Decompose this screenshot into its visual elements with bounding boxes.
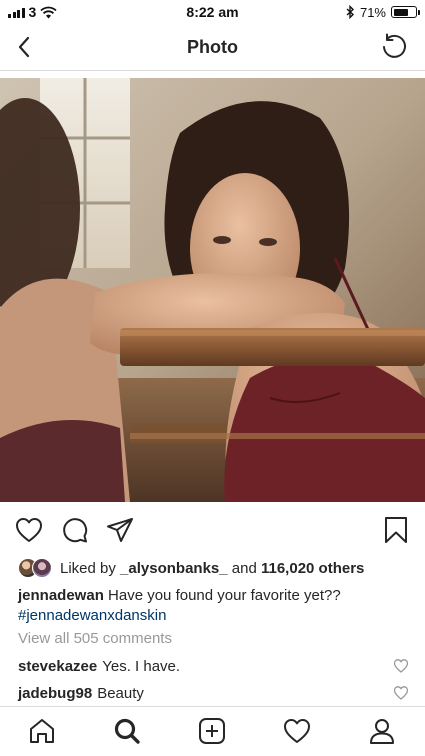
refresh-icon bbox=[383, 33, 406, 58]
likes-count[interactable]: 116,020 others bbox=[261, 560, 364, 577]
home-icon bbox=[30, 719, 54, 743]
caption-hashtag[interactable]: #jennadewanxdanskin bbox=[18, 607, 166, 624]
caption-text: Have you found your favorite yet?? bbox=[108, 587, 341, 604]
carrier-label: 3 bbox=[28, 4, 37, 20]
page-title: Photo bbox=[187, 36, 238, 57]
tab-search[interactable] bbox=[112, 716, 142, 746]
status-right: 71% bbox=[346, 4, 420, 20]
comment-like-icon[interactable] bbox=[393, 685, 409, 701]
likes-text: Liked by _alysonbanks_ and 116,020 other… bbox=[60, 560, 364, 577]
chevron-left-icon bbox=[18, 36, 30, 58]
tab-profile[interactable] bbox=[367, 716, 397, 746]
comment-icon bbox=[63, 518, 88, 543]
post-photo[interactable] bbox=[0, 78, 425, 502]
signal-icon bbox=[8, 7, 25, 18]
profile-icon bbox=[370, 719, 394, 744]
back-button[interactable] bbox=[10, 33, 38, 61]
tab-home[interactable] bbox=[27, 716, 57, 746]
comment-row: jadebug98 Beauty bbox=[18, 682, 413, 704]
post-actions bbox=[0, 512, 425, 548]
comment-button[interactable] bbox=[59, 514, 91, 546]
share-icon bbox=[107, 518, 133, 542]
comment-text: Yes. I have. bbox=[102, 657, 181, 675]
nav-bar: Photo bbox=[0, 24, 425, 71]
liker-avatars bbox=[18, 557, 54, 579]
tab-new-post[interactable] bbox=[197, 716, 227, 746]
status-left: 3 bbox=[8, 4, 57, 20]
bluetooth-icon bbox=[346, 5, 354, 19]
likes-row[interactable]: Liked by _alysonbanks_ and 116,020 other… bbox=[18, 556, 364, 580]
tab-activity[interactable] bbox=[282, 716, 312, 746]
likes-prefix: Liked by bbox=[60, 559, 116, 577]
tab-bar bbox=[0, 706, 425, 756]
likes-middle: and bbox=[231, 559, 257, 577]
battery-level bbox=[393, 8, 409, 16]
search-icon bbox=[114, 718, 140, 744]
avatar bbox=[32, 558, 52, 578]
add-post-icon bbox=[199, 718, 225, 744]
comment-username[interactable]: jadebug98 bbox=[18, 685, 92, 702]
bookmark-button[interactable] bbox=[380, 514, 412, 546]
battery-icon bbox=[391, 6, 420, 18]
caption-username[interactable]: jennadewan bbox=[18, 587, 104, 604]
battery-percent: 71% bbox=[359, 4, 386, 20]
comment-like-icon[interactable] bbox=[393, 658, 409, 674]
likes-user[interactable]: _alysonbanks_ bbox=[120, 560, 228, 577]
comment-row: stevekazee Yes. I have. bbox=[18, 655, 413, 677]
share-button[interactable] bbox=[104, 514, 136, 546]
view-all-comments-link[interactable]: View all 505 comments bbox=[18, 630, 172, 647]
bookmark-icon bbox=[385, 517, 407, 543]
wifi-icon bbox=[40, 6, 57, 18]
refresh-button[interactable] bbox=[379, 32, 409, 62]
post-caption: jennadewan Have you found your favorite … bbox=[18, 586, 413, 626]
activity-heart-icon bbox=[284, 719, 310, 743]
comment-text: Beauty bbox=[97, 684, 144, 702]
status-bar: 3 8:22 am 71% bbox=[0, 0, 425, 24]
like-button[interactable] bbox=[13, 514, 45, 546]
comment-username[interactable]: stevekazee bbox=[18, 658, 97, 675]
heart-icon bbox=[16, 518, 42, 542]
